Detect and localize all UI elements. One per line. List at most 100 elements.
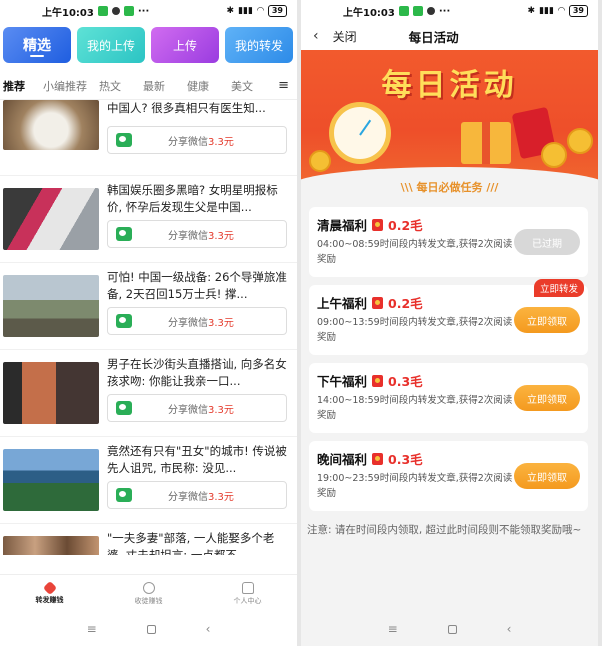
wechat-icon [116, 314, 132, 328]
share-label: 分享微信 [168, 317, 208, 329]
status-bar: 上午10:03 ··· ✱ ▮▮▮ ◠ 39 [301, 0, 598, 22]
activity-banner: 每日活动 [301, 50, 598, 185]
task-description: 04:00~08:59时间段内转发文章,获得2次阅读奖励 [317, 239, 513, 265]
share-wechat-button[interactable]: 分享微信 3.3元 [107, 126, 287, 154]
my-uploads-button[interactable]: 我的上传 [77, 27, 145, 63]
article-title: "一夫多妻"部落, 一人能娶多个老婆, 丈夫却坦言: 一点都不... [107, 531, 275, 555]
article-item[interactable]: 可怕! 中国一级战备: 26个导弹旅准备, 2天召回15万士兵! 撑... 分享… [0, 263, 297, 350]
signal-icon: ▮▮▮ [539, 6, 554, 16]
task-reward: 0.3毛 [388, 452, 423, 467]
task-name: 清晨福利 [317, 218, 368, 233]
coin-icon [309, 150, 331, 172]
bluetooth-icon: ✱ [527, 6, 536, 16]
tab-editor-pick[interactable]: 小编推荐 [43, 78, 99, 94]
article-item[interactable]: 竟然还有只有"丑女"的城市! 传说被先人诅咒, 市民称: 没见... 分享微信 3… [0, 437, 297, 524]
upload-button[interactable]: 上传 [151, 27, 219, 63]
menu-icon[interactable]: ≡ [278, 78, 289, 93]
claim-now-button[interactable]: 立即领取 [514, 463, 580, 489]
nav-forward-earn[interactable]: 转发赚钱 [0, 575, 99, 612]
page-header: ‹ 关闭 每日活动 [301, 22, 598, 50]
task-card: 晚间福利 0.3毛 19:00~23:59时间段内转发文章,获得2次阅读奖励 立… [309, 441, 588, 511]
nav-recruit-earn[interactable]: 收徒赚钱 [99, 575, 198, 612]
task-description: 09:00~13:59时间段内转发文章,获得2次阅读奖励 [317, 317, 513, 343]
home-button-icon[interactable] [146, 624, 156, 634]
app-notification-icon [111, 7, 120, 15]
article-item[interactable]: "一夫多妻"部落, 一人能娶多个老婆, 丈夫却坦言: 一点都不... [0, 524, 297, 555]
share-wechat-button[interactable]: 分享微信 3.3元 [107, 220, 287, 248]
recent-apps-icon[interactable]: ≡ [87, 622, 97, 636]
recent-apps-icon[interactable]: ≡ [388, 622, 398, 636]
task-name: 下午福利 [317, 374, 368, 389]
back-icon[interactable]: ‹ [206, 622, 211, 636]
nav-profile[interactable]: 个人中心 [198, 575, 297, 612]
bottom-nav: 转发赚钱 收徒赚钱 个人中心 [0, 574, 297, 612]
nav-label: 个人中心 [233, 596, 262, 605]
forward-money-icon [42, 580, 57, 595]
alarm-clock-icon [329, 102, 391, 164]
share-label: 分享微信 [168, 230, 208, 242]
share-price: 3.3元 [208, 136, 234, 148]
featured-button[interactable]: 精选 [3, 27, 71, 63]
more-notifications-icon: ··· [137, 5, 150, 17]
my-forwards-button[interactable]: 我的转发 [225, 27, 293, 63]
task-description: 14:00~18:59时间段内转发文章,获得2次阅读奖励 [317, 395, 513, 421]
task-reward: 0.2毛 [388, 218, 423, 233]
task-card: 上午福利 0.2毛 09:00~13:59时间段内转发文章,获得2次阅读奖励 立… [309, 279, 588, 355]
status-time: 上午10:03 [343, 7, 395, 19]
article-feed[interactable]: 中国人? 很多真相只有医生知... 分享微信 3.3元 韩国娱乐圈多黑暗? 女明星… [0, 100, 297, 555]
tab-essays[interactable]: 美文 [231, 78, 275, 94]
tab-recommend[interactable]: 推荐 [3, 78, 43, 94]
battery-icon: 39 [267, 5, 287, 17]
share-wechat-button[interactable]: 分享微信 3.3元 [107, 481, 287, 509]
tab-hot[interactable]: 热文 [99, 78, 143, 94]
wechat-icon [116, 401, 132, 415]
article-item[interactable]: 韩国娱乐圈多黑暗? 女明星明报标价, 怀孕后发现生父是中国... 分享微信 3.3… [0, 176, 297, 263]
task-list: 清晨福利 0.2毛 04:00~08:59时间段内转发文章,获得2次阅读奖励 已… [301, 207, 598, 511]
article-item[interactable]: 中国人? 很多真相只有医生知... 分享微信 3.3元 [0, 100, 297, 176]
tab-latest[interactable]: 最新 [143, 78, 187, 94]
claim-now-button[interactable]: 立即领取 [514, 385, 580, 411]
forward-now-badge[interactable]: 立即转发 [533, 279, 584, 297]
status-bar: 上午10:03 ··· ✱ ▮▮▮ ◠ 39 [0, 0, 297, 22]
share-price: 3.3元 [208, 491, 234, 503]
wechat-notification-icon [97, 6, 108, 16]
article-title: 男子在长沙街头直播搭讪, 向多名女孩求吻: 你能让我亲一口... [107, 357, 287, 388]
close-button[interactable]: 关闭 [333, 28, 357, 45]
article-title: 中国人? 很多真相只有医生知... [107, 101, 266, 115]
task-name: 上午福利 [317, 296, 368, 311]
back-arrow-icon[interactable]: ‹ [313, 28, 319, 44]
red-envelope-icon [372, 452, 384, 465]
share-wechat-button[interactable]: 分享微信 3.3元 [107, 307, 287, 335]
article-title: 可怕! 中国一级战备: 26个导弹旅准备, 2天召回15万士兵! 撑... [107, 270, 287, 301]
status-time: 上午10:03 [42, 7, 94, 19]
banner-title: 每日活动 [381, 68, 518, 103]
home-button-icon[interactable] [447, 624, 457, 634]
category-tabs: 推荐 小编推荐 热文 最新 健康 美文 ≡ [0, 72, 297, 100]
page-title: 每日活动 [408, 29, 459, 45]
share-wechat-button[interactable]: 分享微信 3.3元 [107, 394, 287, 422]
wifi-icon: ◠ [557, 6, 565, 16]
bluetooth-icon: ✱ [226, 6, 235, 16]
red-envelope-icon [372, 374, 384, 387]
coin-icon [567, 128, 593, 154]
back-icon[interactable]: ‹ [507, 622, 512, 636]
article-thumbnail [3, 362, 99, 424]
article-thumbnail [3, 188, 99, 250]
wechat-icon [116, 488, 132, 502]
claim-now-button[interactable]: 立即领取 [514, 307, 580, 333]
article-item[interactable]: 男子在长沙街头直播搭讪, 向多名女孩求吻: 你能让我亲一口... 分享微信 3.3… [0, 350, 297, 437]
task-card: 下午福利 0.3毛 14:00~18:59时间段内转发文章,获得2次阅读奖励 立… [309, 363, 588, 433]
article-thumbnail [3, 536, 99, 555]
right-screen: 上午10:03 ··· ✱ ▮▮▮ ◠ 39 ‹ 关闭 每日活动 每日活动 \\… [301, 0, 598, 646]
task-card: 清晨福利 0.2毛 04:00~08:59时间段内转发文章,获得2次阅读奖励 已… [309, 207, 588, 277]
system-nav-bar: ≡ ‹ [0, 612, 297, 646]
notice-text: 注意: 请在时间段内领取, 超过此时间段则不能领取奖励哦~ [307, 524, 582, 536]
article-thumbnail [3, 100, 99, 150]
person-icon [142, 581, 155, 594]
expired-button[interactable]: 已过期 [514, 229, 580, 255]
share-price: 3.3元 [208, 317, 234, 329]
tab-health[interactable]: 健康 [187, 78, 231, 94]
nav-label: 收徒赚钱 [134, 596, 163, 605]
signal-icon: ▮▮▮ [238, 6, 253, 16]
share-label: 分享微信 [168, 404, 208, 416]
